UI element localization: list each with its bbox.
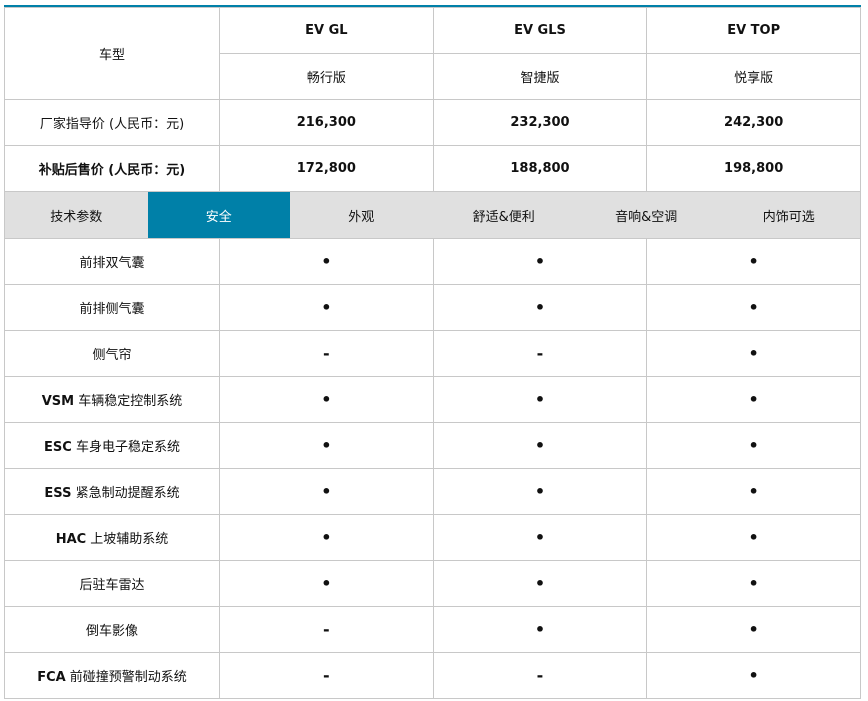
tab-comfort[interactable]: 舒适&便利 — [433, 192, 576, 238]
feature-availability: - — [219, 606, 434, 653]
price-label: 厂家指导价 (人民币：元) — [4, 99, 220, 146]
feature-row: HAC 上坡辅助系统 • • • — [4, 514, 861, 561]
tab-interior[interactable]: 内饰可选 — [718, 192, 861, 238]
price-value: 172,800 — [219, 145, 434, 192]
safety-features-table: 前排双气囊 • • • 前排侧气囊 • • • 侧气帘 - - • VSM 车辆稳定控制系统 • • • ESC… — [4, 238, 861, 699]
feature-availability: • — [432, 284, 648, 331]
feature-availability: • — [432, 560, 648, 607]
model-header-table: 车型 EV GL EV GLS EV TOP 畅行版 智捷版 悦享版 厂家指导价… — [4, 7, 861, 192]
feature-availability: - — [432, 330, 648, 377]
feature-row: 前排侧气囊 • • • — [4, 284, 861, 331]
tab-safety[interactable]: 安全 — [147, 192, 290, 238]
feature-availability: • — [219, 376, 434, 423]
feature-availability: • — [646, 422, 861, 469]
tab-exterior[interactable]: 外观 — [290, 192, 433, 238]
feature-name: 前碰撞预警制动系统 — [65, 670, 187, 685]
feature-name: 前排侧气囊 — [79, 302, 145, 317]
feature-code: ESC — [44, 440, 72, 455]
feature-code: ESS — [44, 486, 72, 501]
price-label: 补贴后售价 (人民币：元) — [4, 145, 220, 192]
feature-row: ESC 车身电子稳定系统 • • • — [4, 422, 861, 469]
price-value: 188,800 — [432, 145, 648, 192]
feature-label: HAC 上坡辅助系统 — [4, 514, 220, 561]
feature-availability: • — [432, 468, 648, 515]
feature-availability: • — [432, 606, 648, 653]
feature-row: 侧气帘 - - • — [4, 330, 861, 377]
tab-tech-specs[interactable]: 技术参数 — [5, 192, 148, 238]
price-value: 198,800 — [646, 145, 861, 192]
feature-name: 车身电子稳定系统 — [71, 440, 180, 455]
feature-name: 上坡辅助系统 — [86, 532, 169, 547]
subsidized-price-row: 补贴后售价 (人民币：元) 172,800 188,800 198,800 — [4, 145, 861, 192]
feature-label: 倒车影像 — [4, 606, 220, 653]
feature-availability: • — [646, 652, 861, 699]
model-name: EV GLS — [432, 7, 648, 54]
feature-label: 前排侧气囊 — [4, 284, 220, 331]
feature-availability: • — [219, 284, 434, 331]
model-label: 车型 — [4, 7, 220, 100]
feature-availability: - — [219, 652, 434, 699]
feature-code: HAC — [55, 532, 87, 547]
model-trim: 智捷版 — [432, 53, 648, 100]
feature-name: 侧气帘 — [92, 348, 132, 363]
feature-availability: • — [219, 514, 434, 561]
feature-row: ESS 紧急制动提醒系统 • • • — [4, 468, 861, 515]
msrp-row: 厂家指导价 (人民币：元) 216,300 232,300 242,300 — [4, 99, 861, 146]
feature-row: FCA 前碰撞预警制动系统 - - • — [4, 652, 861, 699]
feature-label: ESC 车身电子稳定系统 — [4, 422, 220, 469]
feature-availability: • — [646, 284, 861, 331]
feature-availability: • — [646, 330, 861, 377]
feature-availability: • — [219, 238, 434, 285]
feature-name: 前排双气囊 — [79, 256, 145, 271]
feature-availability: • — [432, 514, 648, 561]
feature-name: 车辆稳定控制系统 — [74, 394, 183, 409]
feature-availability: • — [646, 560, 861, 607]
price-value: 232,300 — [432, 99, 648, 146]
feature-availability: • — [219, 422, 434, 469]
price-value: 216,300 — [219, 99, 434, 146]
feature-availability: • — [219, 560, 434, 607]
spec-table-container: 车型 EV GL EV GLS EV TOP 畅行版 智捷版 悦享版 厂家指导价… — [4, 5, 861, 699]
feature-name: 倒车影像 — [85, 624, 138, 639]
model-name: EV GL — [219, 7, 434, 54]
feature-row: 倒车影像 - • • — [4, 606, 861, 653]
model-name: EV TOP — [646, 7, 861, 54]
feature-availability: • — [219, 468, 434, 515]
feature-label: FCA 前碰撞预警制动系统 — [4, 652, 220, 699]
feature-name: 紧急制动提醒系统 — [71, 486, 180, 501]
feature-code: VSM — [41, 394, 75, 409]
feature-availability: - — [219, 330, 434, 377]
feature-availability: • — [646, 376, 861, 423]
feature-row: 前排双气囊 • • • — [4, 238, 861, 285]
price-value: 242,300 — [646, 99, 861, 146]
feature-label: 后驻车雷达 — [4, 560, 220, 607]
feature-label: ESS 紧急制动提醒系统 — [4, 468, 220, 515]
feature-availability: • — [646, 514, 861, 561]
feature-label: VSM 车辆稳定控制系统 — [4, 376, 220, 423]
feature-code: FCA — [37, 670, 66, 685]
tab-audio-ac[interactable]: 音响&空调 — [575, 192, 718, 238]
feature-availability: • — [646, 606, 861, 653]
feature-row: 后驻车雷达 • • • — [4, 560, 861, 607]
feature-label: 侧气帘 — [4, 330, 220, 377]
feature-label: 前排双气囊 — [4, 238, 220, 285]
model-trim: 畅行版 — [219, 53, 434, 100]
feature-availability: • — [432, 422, 648, 469]
feature-availability: • — [432, 376, 648, 423]
feature-availability: • — [432, 238, 648, 285]
feature-name: 后驻车雷达 — [79, 578, 145, 593]
model-trim: 悦享版 — [646, 53, 861, 100]
feature-availability: • — [646, 238, 861, 285]
feature-availability: • — [646, 468, 861, 515]
category-tabs: 技术参数 安全 外观 舒适&便利 音响&空调 内饰可选 — [4, 192, 861, 238]
feature-availability: - — [432, 652, 648, 699]
feature-row: VSM 车辆稳定控制系统 • • • — [4, 376, 861, 423]
